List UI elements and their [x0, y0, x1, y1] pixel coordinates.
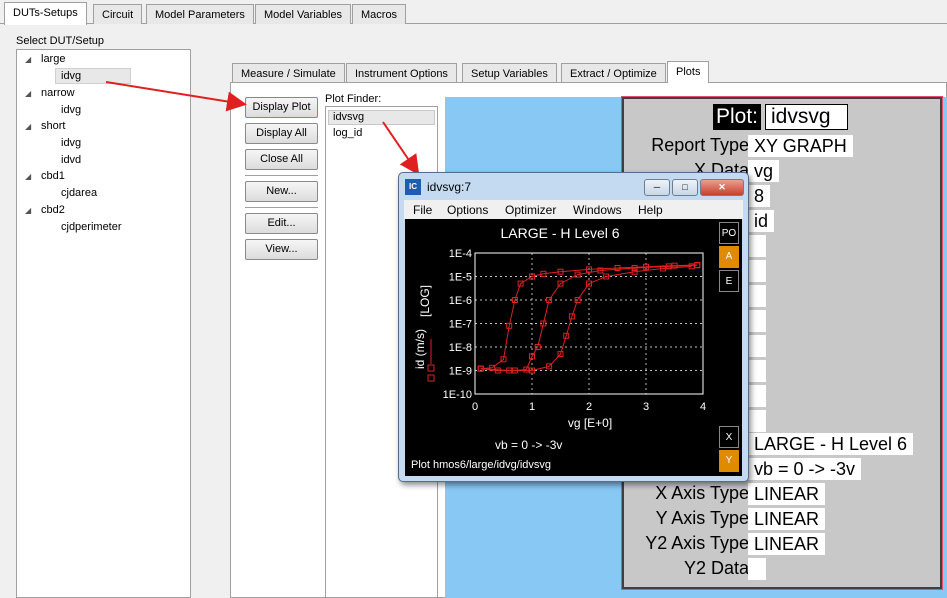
menu-options[interactable]: Options [447, 203, 488, 217]
arrow-to-display-plot [105, 81, 247, 112]
y-tick-label: 1E-10 [443, 389, 472, 401]
y-axis-scale-label: [LOG] [418, 285, 432, 317]
x-tick-label: 4 [700, 401, 706, 413]
legend-marker [427, 374, 435, 382]
y-tick-label: 1E-4 [449, 248, 472, 260]
plot-canvas: LARGE - H Level 6 0 1 2 3 4 1E-10 1E-9 1E-8 1E-7 1… [405, 219, 742, 476]
y-tick-label: 1E-7 [449, 319, 472, 331]
menu-file[interactable]: File [413, 203, 432, 217]
y-tick-label: 1E-9 [449, 366, 472, 378]
plot-caption: vb = 0 -> -3v [495, 438, 563, 452]
x-tick-label: 1 [529, 401, 535, 413]
window-title: idvsvg:7 [427, 180, 472, 194]
chart-svg: LARGE - H Level 6 0 1 2 3 4 1E-10 1E-9 1E-8 1E-7 1… [413, 225, 706, 430]
po-button[interactable]: PO [719, 222, 739, 244]
y-tick-label: 1E-6 [449, 295, 472, 307]
arrow-to-plot-window [382, 121, 420, 176]
y-axis-button[interactable]: Y [719, 450, 739, 472]
x-tick-label: 2 [586, 401, 592, 413]
menu-help[interactable]: Help [638, 203, 663, 217]
chart-title: LARGE - H Level 6 [500, 225, 619, 241]
app-icon: IC [405, 179, 421, 195]
menu-windows[interactable]: Windows [573, 203, 622, 217]
menu-optimizer[interactable]: Optimizer [505, 203, 556, 217]
y-axis-label: id (m/s) [413, 329, 427, 369]
x-tick-label: 3 [643, 401, 649, 413]
e-button[interactable]: E [719, 270, 739, 292]
plot-status: Plot hmos6/large/idvg/idvsvg [411, 459, 552, 471]
maximize-button[interactable]: □ [672, 179, 698, 196]
tab-plots[interactable]: Plots [667, 61, 710, 83]
x-axis-label: vg [E+0] [568, 416, 612, 430]
y-tick-label: 1E-5 [449, 272, 472, 284]
y-tick-label: 1E-8 [449, 342, 472, 354]
x-tick-label: 0 [472, 401, 478, 413]
legend-marker [427, 364, 435, 372]
minimize-button[interactable]: ─ [644, 179, 670, 196]
window-menu-bar: File Options Optimizer Windows Help [404, 200, 743, 219]
autoscale-button[interactable]: A [719, 246, 739, 268]
tab-duts-setups[interactable]: DUTs-Setups [4, 2, 87, 25]
x-axis-button[interactable]: X [719, 426, 739, 448]
close-button[interactable]: ✕ [700, 179, 744, 196]
